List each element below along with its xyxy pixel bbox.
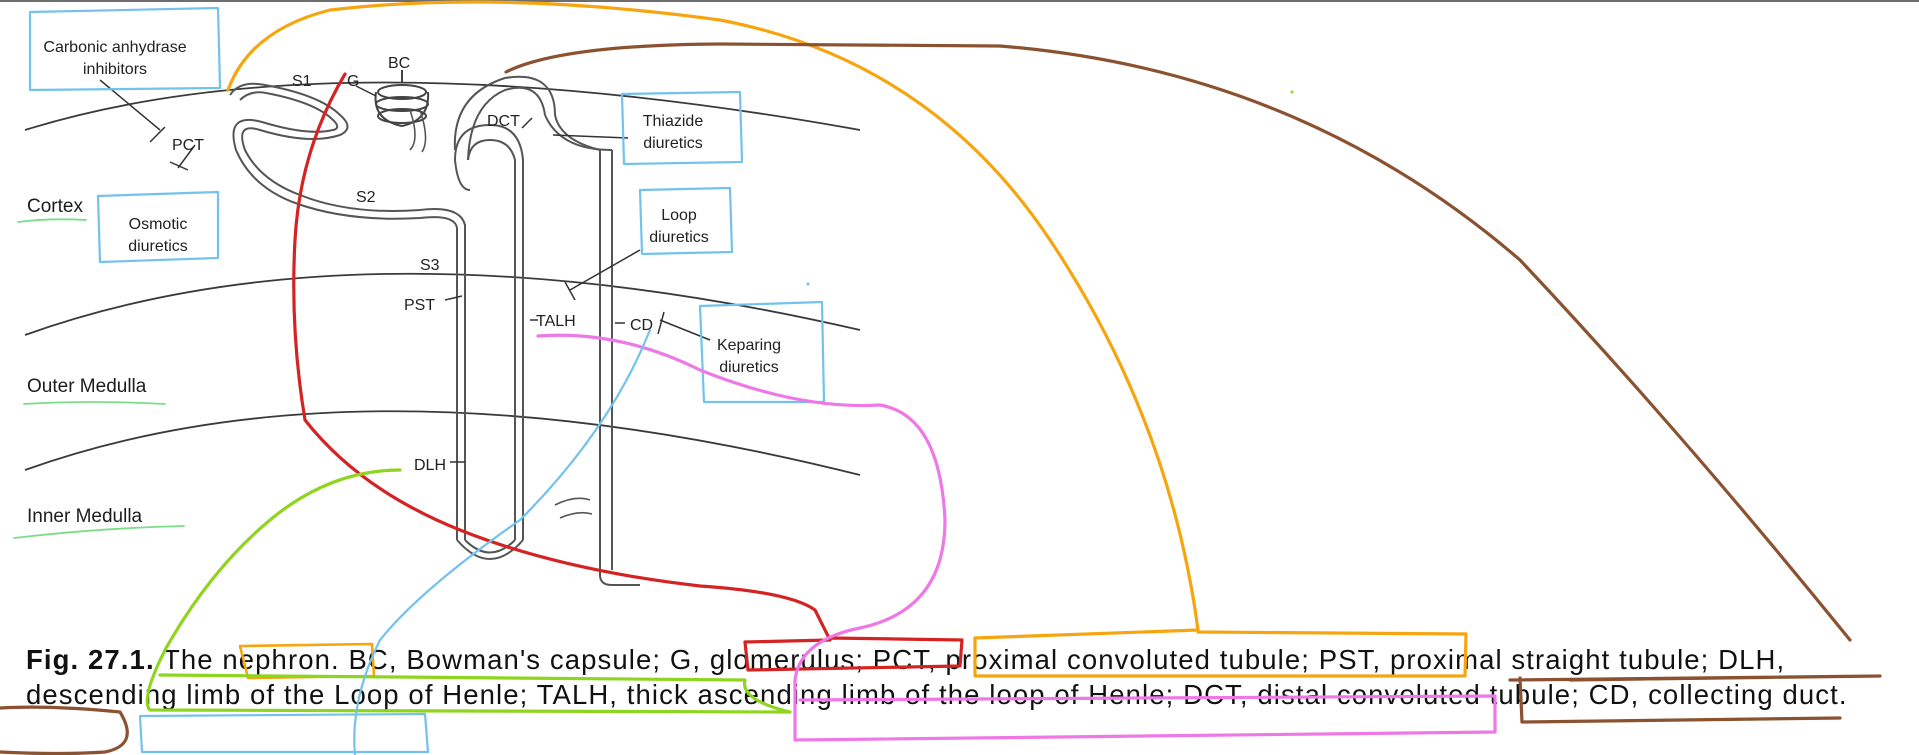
label-dct: DCT: [487, 113, 520, 130]
zone-inner-medulla: Inner Medulla: [27, 506, 143, 527]
thiazide-line2: diuretics: [643, 135, 703, 152]
label-s3: S3: [420, 257, 440, 274]
carbonic-line2: inhibitors: [83, 61, 147, 78]
label-dlh: DLH: [414, 457, 446, 474]
ksparing-line2: diuretics: [719, 359, 779, 376]
label-g: G: [347, 73, 359, 90]
label-bc: BC: [388, 55, 410, 72]
thiazide-line1: Thiazide: [643, 113, 704, 130]
label-pct: PCT: [172, 137, 204, 154]
nephron-diagram: S1 G BC PCT DCT S2 S3 PST TALH CD DLH Co…: [24, 39, 861, 586]
boundary-capsule: [24, 81, 861, 131]
figure-caption-text: The nephron. BC, Bowman's capsule; G, gl…: [26, 644, 1848, 710]
osmotic-line1: Osmotic: [129, 216, 188, 233]
label-pst: PST: [404, 297, 435, 314]
label-cd: CD: [630, 317, 653, 334]
carbonic-line1: Carbonic anhydrase: [43, 39, 186, 56]
loop-line2: diuretics: [649, 229, 709, 246]
ksparing-line1: Keparing: [717, 337, 781, 354]
loop-line1: Loop: [661, 207, 697, 224]
osmotic-line2: diuretics: [128, 238, 188, 255]
label-talh: TALH: [536, 313, 576, 330]
label-s2: S2: [356, 189, 376, 206]
figure-caption: Fig. 27.1. The nephron. BC, Bowman's cap…: [26, 642, 1886, 712]
zone-outer-medulla: Outer Medulla: [27, 376, 147, 397]
zone-cortex: Cortex: [27, 196, 83, 217]
figure-number: Fig. 27.1.: [26, 644, 155, 675]
nephron-tubule: [229, 75, 640, 586]
boundary-cortex-outer: [24, 272, 861, 336]
glomerulus-coil: [374, 70, 430, 128]
label-s1: S1: [292, 73, 312, 90]
